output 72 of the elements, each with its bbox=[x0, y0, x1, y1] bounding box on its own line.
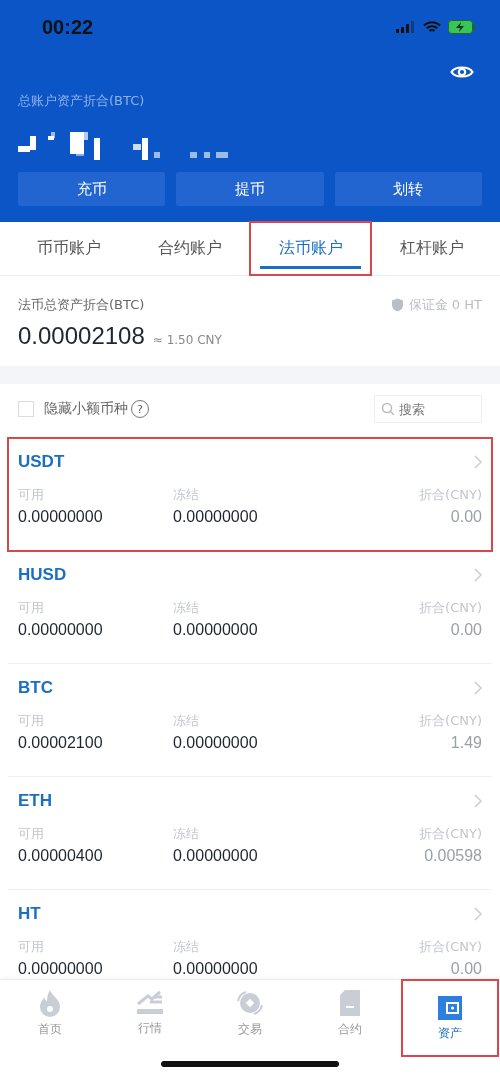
coin-name: BTC bbox=[18, 678, 53, 698]
document-icon bbox=[339, 988, 361, 1017]
signal-icon bbox=[396, 21, 416, 33]
cny-value: 0.00 bbox=[449, 621, 482, 639]
value-label: 折合(CNY) bbox=[419, 486, 482, 504]
fiat-assets-value: 0.00002108 bbox=[18, 322, 145, 350]
available-amount: 0.00000000 bbox=[18, 621, 104, 639]
chevron-right-icon bbox=[474, 568, 482, 582]
battery-icon bbox=[448, 20, 476, 34]
frozen-amount: 0.00000000 bbox=[173, 847, 259, 865]
account-tab[interactable]: 合约账户 bbox=[129, 222, 250, 275]
hide-small-checkbox[interactable] bbox=[18, 401, 34, 417]
hide-small-label[interactable]: 隐藏小额币种 bbox=[44, 400, 128, 418]
cny-value: 0.00598 bbox=[423, 847, 482, 865]
eye-icon[interactable] bbox=[450, 64, 474, 80]
flame-icon bbox=[38, 988, 62, 1017]
frozen-label: 冻结 bbox=[173, 938, 200, 956]
status-time: 00:22 bbox=[42, 15, 94, 39]
available-label: 可用 bbox=[18, 712, 45, 730]
nav-tab[interactable]: 资产 bbox=[402, 980, 498, 1056]
total-assets-label: 总账户资产折合(BTC) bbox=[18, 92, 146, 110]
account-tab[interactable]: 法币账户 bbox=[250, 222, 371, 275]
cny-value: 1.49 bbox=[449, 734, 482, 752]
chart-lines-icon bbox=[136, 989, 164, 1016]
frozen-label: 冻结 bbox=[173, 825, 200, 843]
action-button[interactable]: 提币 bbox=[176, 172, 324, 206]
account-tab[interactable]: 杠杆账户 bbox=[371, 222, 492, 275]
coin-exchange-icon bbox=[235, 988, 265, 1017]
frozen-label: 冻结 bbox=[173, 599, 200, 617]
available-label: 可用 bbox=[18, 938, 45, 956]
coin-card[interactable]: USDT 可用 冻结 折合(CNY) 0.00000000 0.00000000 0.00 bbox=[8, 438, 492, 551]
cny-value: 0.00 bbox=[449, 508, 482, 526]
coin-name: HUSD bbox=[18, 565, 67, 585]
available-label: 可用 bbox=[18, 486, 45, 504]
action-button[interactable]: 充币 bbox=[18, 172, 166, 206]
account-tab[interactable]: 币币账户 bbox=[8, 222, 129, 275]
available-amount: 0.00002100 bbox=[18, 734, 104, 752]
coin-card[interactable]: BTC 可用 冻结 折合(CNY) 0.00002100 0.00000000 1.49 bbox=[8, 664, 492, 777]
available-label: 可用 bbox=[18, 599, 45, 617]
chevron-right-icon bbox=[474, 455, 482, 469]
value-label: 折合(CNY) bbox=[419, 825, 482, 843]
coin-name: HT bbox=[18, 904, 41, 924]
available-label: 可用 bbox=[18, 825, 45, 843]
approx-cny: ≈ 1.50 CNY bbox=[152, 333, 222, 347]
value-label: 折合(CNY) bbox=[419, 599, 482, 617]
coin-card[interactable]: HUSD 可用 冻结 折合(CNY) 0.00000000 0.00000000 0.00 bbox=[8, 551, 492, 664]
chevron-right-icon bbox=[474, 794, 482, 808]
wifi-icon bbox=[423, 20, 441, 34]
available-amount: 0.00000400 bbox=[18, 847, 104, 865]
frozen-label: 冻结 bbox=[173, 486, 200, 504]
coin-card[interactable]: ETH 可用 冻结 折合(CNY) 0.00000400 0.00000000 0.00598 bbox=[8, 777, 492, 890]
shield-icon bbox=[390, 298, 404, 312]
fiat-assets-label: 法币总资产折合(BTC) bbox=[18, 296, 145, 314]
frozen-label: 冻结 bbox=[173, 712, 200, 730]
frozen-amount: 0.00000000 bbox=[173, 621, 259, 639]
search-icon bbox=[381, 402, 395, 416]
chevron-right-icon bbox=[474, 681, 482, 695]
value-label: 折合(CNY) bbox=[419, 712, 482, 730]
action-button[interactable]: 划转 bbox=[334, 172, 482, 206]
coin-name: ETH bbox=[18, 791, 52, 811]
chevron-right-icon bbox=[474, 907, 482, 921]
frozen-amount: 0.00000000 bbox=[173, 508, 259, 526]
coin-name: USDT bbox=[18, 452, 65, 472]
available-amount: 0.00000000 bbox=[18, 508, 104, 526]
cny-value: 0.00 bbox=[449, 960, 482, 978]
wallet-icon bbox=[437, 994, 463, 1021]
available-amount: 0.00000000 bbox=[18, 960, 104, 978]
value-label: 折合(CNY) bbox=[419, 938, 482, 956]
search-field[interactable]: 搜索 bbox=[374, 395, 482, 423]
frozen-amount: 0.00000000 bbox=[173, 734, 259, 752]
margin-text: 保证金 0 HT bbox=[408, 296, 482, 314]
frozen-amount: 0.00000000 bbox=[173, 960, 259, 978]
